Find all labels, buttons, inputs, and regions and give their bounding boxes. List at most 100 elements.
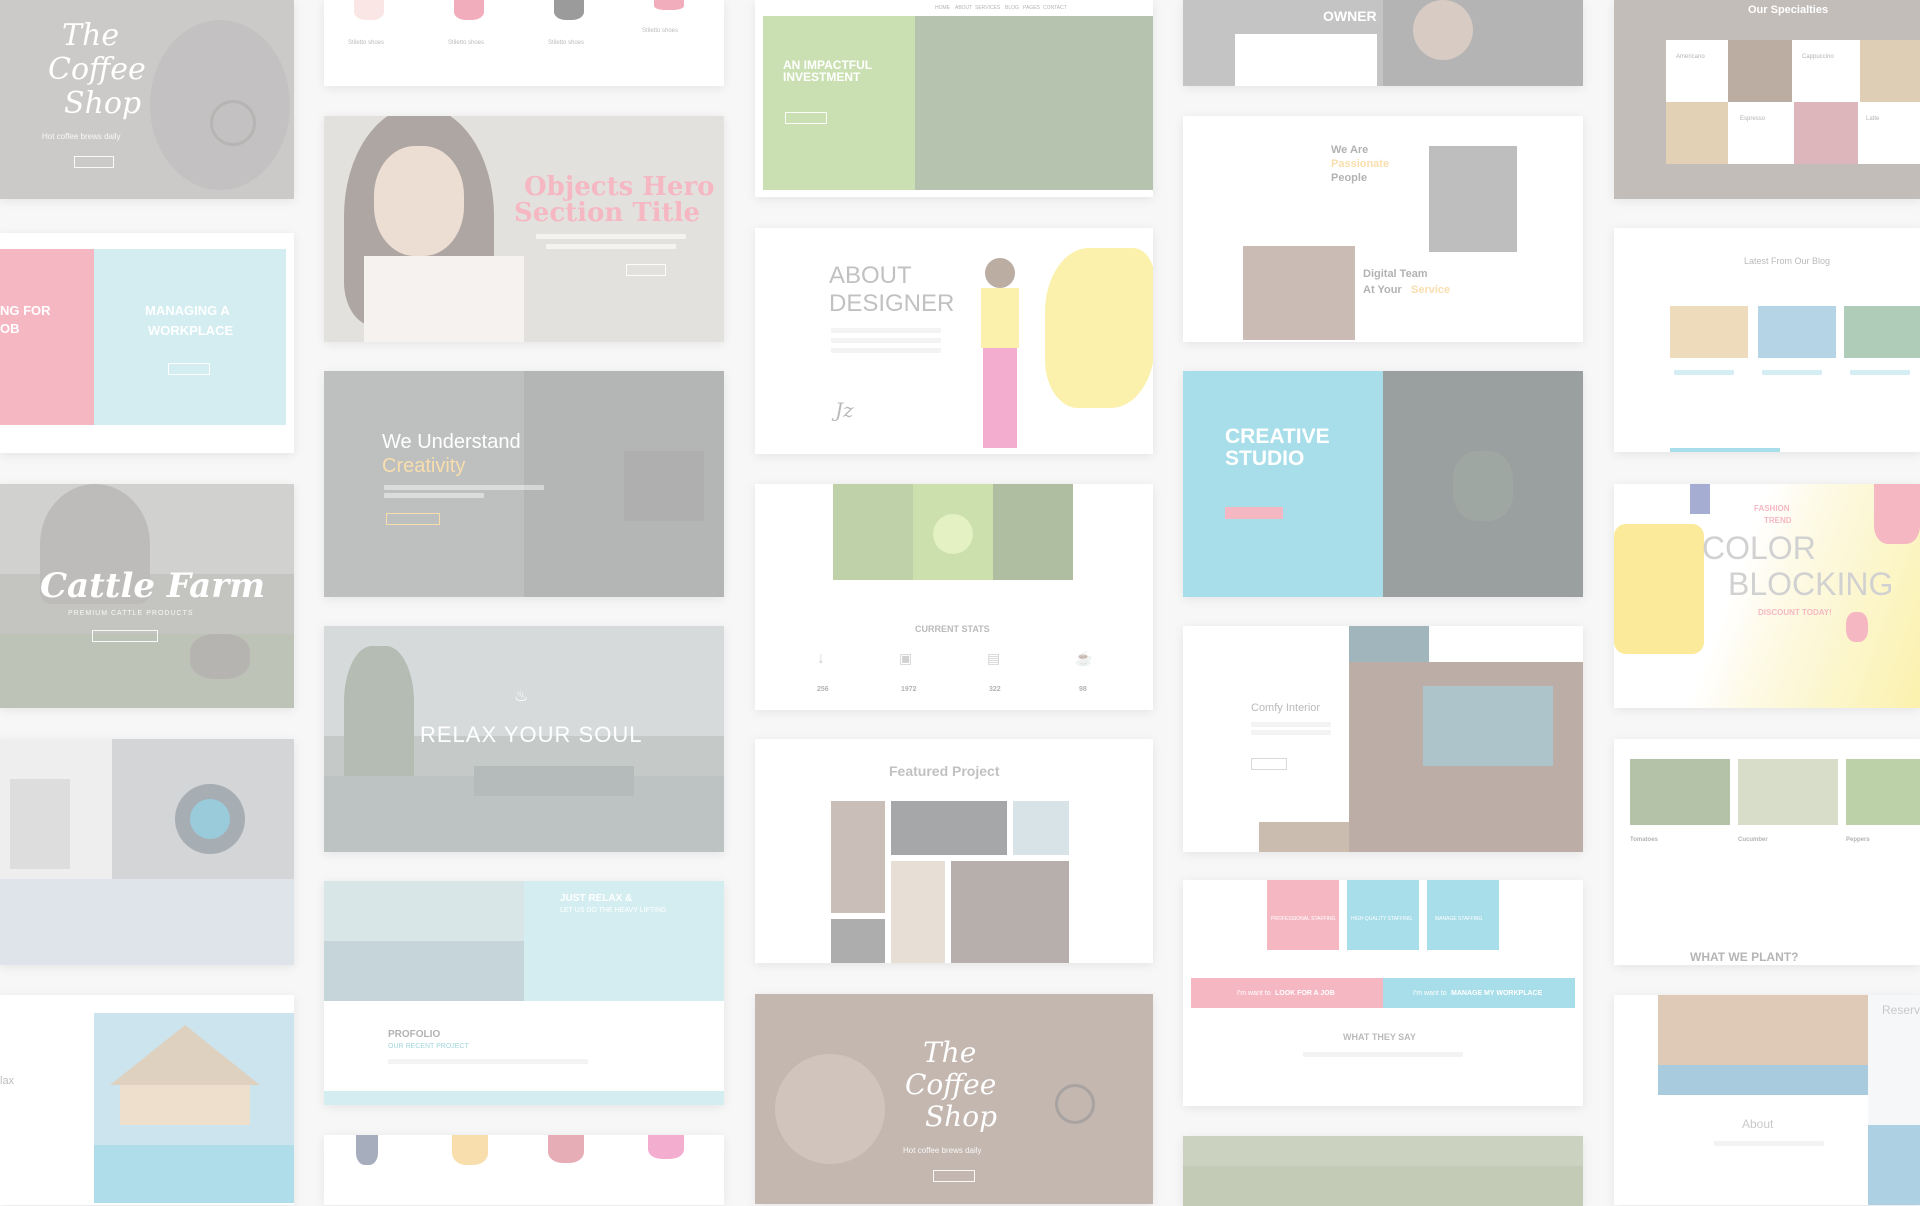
stat-value-1: 256	[817, 686, 829, 693]
just-relax-card[interactable]: JUST RELAX & LET US DO THE HEAVY LIFTING…	[324, 881, 724, 1105]
staffing-tile-2-label: HIGH QUALITY STAFFING	[1351, 916, 1412, 922]
studio-title-1: CREATIVE	[1225, 425, 1330, 448]
shoes-card-bottom[interactable]	[324, 1135, 724, 1205]
shoe-item-2: Stiletto shoes	[448, 40, 485, 46]
color-discount: DISCOUNT TODAY!	[1758, 608, 1832, 617]
cattle-subtitle: PREMIUM CATTLE PRODUCTS	[68, 610, 194, 617]
hero-section-card[interactable]: Objects Hero Section Title	[324, 116, 724, 342]
stat-value-2: 1972	[901, 686, 917, 693]
cattle-button[interactable]	[92, 630, 158, 642]
investment-card[interactable]: HOME ABOUT SERVICES BLOG PAGES CONTACT A…	[755, 0, 1153, 197]
coffee-shop-card-top[interactable]: The Coffee Shop Hot coffee brews daily	[0, 0, 294, 199]
shoe-item-4: Stiletto shoes	[642, 28, 679, 34]
blog-title: Latest From Our Blog	[1744, 256, 1831, 266]
staffing-tile-1[interactable]	[1267, 880, 1339, 950]
staffing-tile-1-label: PROFESSIONAL STAFFING	[1271, 916, 1336, 922]
resort-about: About	[1742, 1117, 1774, 1131]
stat-icon-2: ▣	[899, 650, 913, 666]
color-title-2: BLOCKING	[1728, 566, 1894, 602]
testimonial-title: WHAT THEY SAY	[1343, 1032, 1416, 1042]
owner-card[interactable]: OWNER	[1183, 0, 1583, 86]
interior-button[interactable]	[1251, 758, 1287, 770]
stat-icon-3: ▤	[987, 650, 1001, 666]
plant-1: Tomatoes	[1630, 837, 1658, 843]
staffing-tile-2[interactable]	[1347, 880, 1419, 950]
resort-right-card[interactable]: About Reserv	[1614, 995, 1920, 1205]
creativity-line1: We Understand	[382, 431, 521, 453]
team-card[interactable]: We Are Passionate People Digital Team At…	[1183, 116, 1583, 342]
team-at-your: At Your	[1363, 284, 1402, 296]
staffing-tile-3[interactable]	[1427, 880, 1499, 950]
team-service: Service	[1411, 284, 1451, 296]
resort-left-card[interactable]: lax	[0, 995, 294, 1205]
just-relax-line1: JUST RELAX &	[560, 893, 633, 904]
staffing-right-prefix: I'm want to	[1413, 990, 1447, 997]
relax-icon: ♨	[514, 688, 529, 705]
staffing-tile-3-label: MANAGE STAFFING	[1435, 916, 1483, 922]
investment-nav-5[interactable]: PAGES	[1023, 5, 1040, 11]
job-right-title-2: WORKPLACE	[148, 323, 234, 338]
hero-button[interactable]	[626, 264, 666, 276]
designer-signature: Jz	[835, 398, 854, 422]
speciality-3: Espresso	[1740, 116, 1766, 122]
about-designer-card[interactable]: ABOUT DESIGNER Jz	[755, 228, 1153, 454]
color-kicker: FASHION	[1754, 504, 1790, 513]
job-card[interactable]: NG FOR OB MANAGING A WORKPLACE	[0, 233, 294, 453]
plant-2: Cucumber	[1738, 837, 1768, 843]
featured-project-card[interactable]: Featured Project	[755, 739, 1153, 963]
creativity-button[interactable]	[386, 513, 440, 525]
creative-studio-card[interactable]: CREATIVE STUDIO	[1183, 371, 1583, 597]
coffee-logo-line3: Shop	[64, 86, 142, 121]
team-we-are: We Are	[1331, 144, 1369, 156]
coffee-bottom-button[interactable]	[933, 1170, 975, 1182]
shoe-item-3: Stiletto shoes	[548, 40, 585, 46]
plant-3: Peppers	[1846, 837, 1870, 843]
blog-card[interactable]: Latest From Our Blog	[1614, 228, 1920, 452]
relax-title: RELAX YOUR SOUL	[420, 722, 643, 747]
field-card-bottom[interactable]	[1183, 1136, 1583, 1206]
featured-title: Featured Project	[889, 763, 1000, 779]
investment-nav-2[interactable]: ABOUT	[955, 5, 972, 11]
coffee-cta-button[interactable]	[74, 156, 114, 168]
coffee-logo-line2: Coffee	[48, 52, 146, 87]
stats-card[interactable]: CURRENT STATS ↓ ▣ ▤ ☕ 256 1972 322 98	[755, 484, 1153, 710]
speciality-2: Cappuccino	[1802, 54, 1834, 60]
cattle-title: Cattle Farm	[40, 566, 266, 606]
coffee-shop-card-bottom[interactable]: The Coffee Shop Hot coffee brews daily	[755, 994, 1153, 1204]
color-title-1: COLOR	[1702, 530, 1816, 566]
investment-nav-3[interactable]: SERVICES	[975, 5, 1000, 11]
investment-button[interactable]	[785, 112, 827, 124]
designer-title-1: ABOUT	[829, 262, 912, 289]
job-right-title-1: MANAGING A	[145, 303, 230, 318]
shoe-item-1: Stiletto shoes	[348, 40, 385, 46]
staffing-left-prefix: I'm want to	[1237, 990, 1271, 997]
staffing-card[interactable]: PROFESSIONAL STAFFING HIGH QUALITY STAFF…	[1183, 880, 1583, 1106]
staffing-right-link[interactable]: MANAGE MY WORKPLACE	[1451, 990, 1542, 997]
team-people: People	[1331, 172, 1368, 184]
creativity-card[interactable]: We Understand Creativity	[324, 371, 724, 597]
coffee-bottom-line1: The	[923, 1036, 977, 1069]
coffee-bottom-line2: Coffee	[905, 1068, 997, 1101]
color-blocking-card[interactable]: FASHION TREND COLOR BLOCKING DISCOUNT TO…	[1614, 484, 1920, 708]
plants-title: WHAT WE PLANT?	[1690, 950, 1799, 964]
relax-soul-card[interactable]: ♨ RELAX YOUR SOUL	[324, 626, 724, 852]
investment-nav-1[interactable]: HOME	[935, 5, 950, 11]
job-right-button[interactable]	[168, 363, 210, 375]
plants-card[interactable]: Tomatoes Cucumber Peppers	[1614, 739, 1920, 965]
specialities-card[interactable]: Our Specialties Americano Cappuccino Esp…	[1614, 0, 1920, 199]
stat-value-4: 98	[1079, 686, 1087, 693]
job-left-title-1: NG FOR	[0, 303, 51, 318]
cattle-farm-card[interactable]: Cattle Farm PREMIUM CATTLE PRODUCTS	[0, 484, 294, 708]
shoes-card-top[interactable]: Stiletto shoes Stiletto shoes Stiletto s…	[324, 0, 724, 86]
coffee-bottom-tagline: Hot coffee brews daily	[903, 1146, 982, 1155]
camera-lens-card[interactable]	[0, 739, 294, 965]
investment-nav-6[interactable]: CONTACT	[1043, 5, 1067, 11]
comfy-interior-card[interactable]: Comfy Interior	[1183, 626, 1583, 852]
staffing-left-link[interactable]: LOOK FOR A JOB	[1275, 990, 1335, 997]
investment-nav-4[interactable]: BLOG	[1005, 5, 1019, 11]
designer-title-2: DESIGNER	[829, 290, 955, 317]
profolio-subtitle: OUR RECENT PROJECT	[388, 1043, 469, 1050]
studio-button[interactable]	[1225, 507, 1283, 519]
specialities-title: Our Specialties	[1748, 4, 1829, 16]
resort-reserve: Reserv	[1882, 1003, 1920, 1017]
